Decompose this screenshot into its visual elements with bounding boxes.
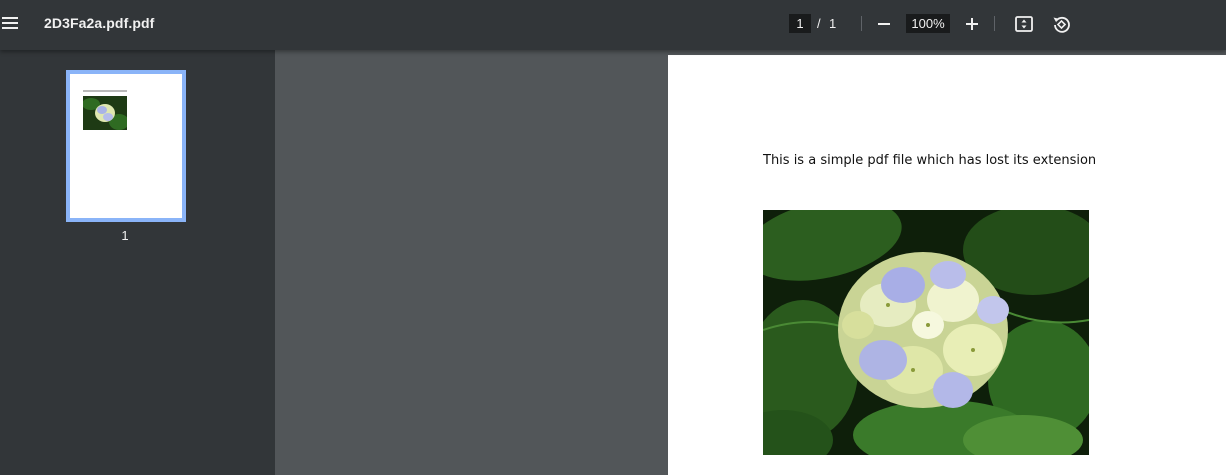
hydrangea-flower-photo	[763, 210, 1089, 455]
menu-icon-bar	[2, 17, 18, 19]
page-separator: /	[817, 16, 821, 31]
thumbnail-text-line	[83, 90, 127, 92]
minus-icon	[878, 23, 890, 25]
fit-to-page-button[interactable]	[1012, 12, 1036, 36]
rotate-icon	[1053, 16, 1070, 33]
thumbnail-sidebar: 1	[0, 50, 275, 475]
pdf-page: This is a simple pdf file which has lost…	[668, 55, 1226, 475]
page-number-input[interactable]	[789, 14, 811, 33]
page-thumbnail[interactable]	[66, 70, 186, 222]
fit-to-page-icon	[1015, 16, 1033, 32]
menu-button[interactable]	[2, 15, 18, 31]
document-title: 2D3Fa2a.pdf.pdf	[44, 15, 155, 31]
page-text: This is a simple pdf file which has lost…	[763, 153, 1097, 168]
thumbnail-image	[83, 96, 127, 130]
menu-icon-bar	[2, 27, 18, 29]
menu-icon-bar	[2, 22, 18, 24]
zoom-out-button[interactable]	[872, 12, 896, 36]
zoom-in-button[interactable]	[960, 12, 984, 36]
zoom-input[interactable]	[906, 14, 950, 33]
plus-icon	[966, 18, 978, 30]
pdf-toolbar: 2D3Fa2a.pdf.pdf / 1	[0, 0, 1226, 50]
toolbar-divider	[994, 16, 995, 31]
rotate-button[interactable]	[1049, 12, 1073, 36]
toolbar-divider	[861, 16, 862, 31]
page-total: 1	[829, 16, 837, 31]
thumbnail-page-number: 1	[121, 228, 129, 243]
